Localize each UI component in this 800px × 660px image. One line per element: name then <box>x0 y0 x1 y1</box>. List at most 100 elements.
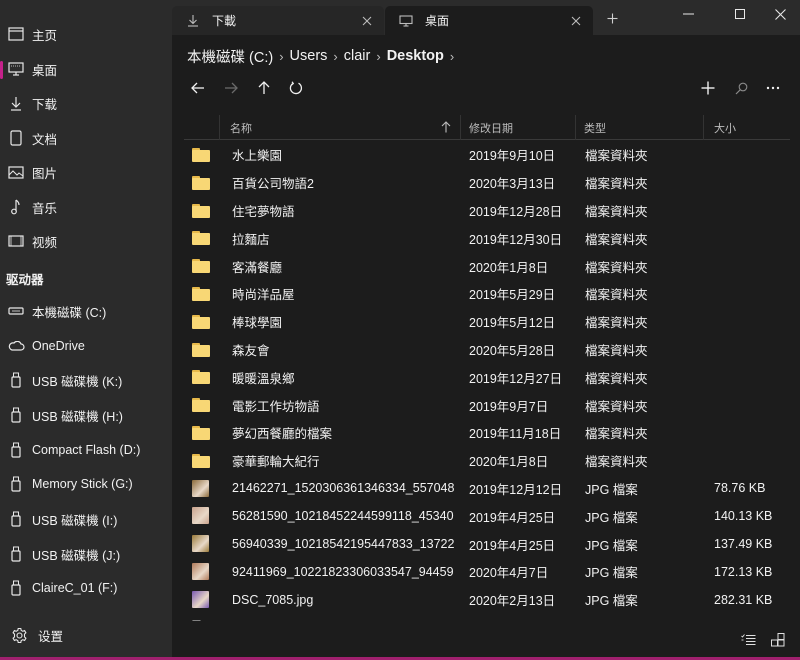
file-type: 檔案資料夾 <box>585 455 648 470</box>
sidebar-drive-memory-stick[interactable]: Memory Stick (G:) <box>0 467 172 501</box>
file-name: 21462271_1520306361346334_557048 <box>232 481 455 496</box>
sidebar-drive-compact-flash[interactable]: Compact Flash (D:) <box>0 433 172 467</box>
settings-button[interactable]: 设置 <box>0 620 172 650</box>
folder-icon <box>192 314 210 329</box>
tab-label: 下載 <box>212 14 237 28</box>
breadcrumb-item[interactable]: Users <box>290 48 328 64</box>
file-name: 56940339_10218542195447833_13722 <box>232 537 455 552</box>
sidebar: 主页 桌面 下载 文档 图片 音乐 视频 驱动器 本機磁碟 (C:) OneDr… <box>0 0 172 657</box>
folder-row[interactable]: 時尚洋品屋 2019年5月29日 檔案資料夾 <box>184 280 790 308</box>
back-button[interactable] <box>186 77 210 99</box>
folder-row[interactable]: 百貨公司物語2 2020年3月13日 檔案資料夾 <box>184 169 790 197</box>
column-name[interactable]: 名称 <box>230 115 455 140</box>
sidebar-item-label: Compact Flash (D:) <box>32 443 141 457</box>
file-type: 檔案資料夾 <box>585 177 648 192</box>
drive-icon <box>0 307 32 315</box>
sidebar-item-videos[interactable]: 视频 <box>0 224 172 258</box>
column-divider[interactable] <box>219 115 220 140</box>
breadcrumb-item-current[interactable]: Desktop <box>387 48 444 64</box>
usb-icon <box>0 511 32 527</box>
column-divider[interactable] <box>575 115 576 140</box>
folder-row[interactable]: 拉麵店 2019年12月30日 檔案資料夾 <box>184 224 790 252</box>
file-modified-date: 2020年1月8日 <box>469 455 549 470</box>
folder-icon <box>192 453 210 468</box>
file-modified-date: 2019年5月12日 <box>469 316 556 331</box>
sidebar-drive-usb-i[interactable]: USB 磁碟機 (I:) <box>0 502 172 536</box>
folder-icon <box>192 147 210 162</box>
chevron-right-icon[interactable]: › <box>279 49 283 64</box>
column-header: 名称 修改日期 类型 大小 <box>184 115 790 140</box>
folder-row[interactable]: 電影工作坊物語 2019年9月7日 檔案資料夾 <box>184 391 790 419</box>
sidebar-item-music[interactable]: 音乐 <box>0 190 172 224</box>
folder-icon <box>192 397 210 413</box>
folder-row[interactable]: 水上樂園 2019年9月10日 檔案資料夾 <box>184 141 790 169</box>
gear-icon <box>0 627 38 644</box>
file-row[interactable]: 21462271_1520306361346334_557048 2019年12月… <box>184 475 790 503</box>
search-button[interactable] <box>729 77 753 99</box>
chevron-right-icon[interactable]: › <box>333 49 337 64</box>
file-row[interactable]: 56281590_10218452244599118_45340 2019年4月2… <box>184 502 790 530</box>
file-type: 檔案資料夾 <box>585 260 648 275</box>
file-name: 客滿餐廳 <box>232 260 283 275</box>
close-window-button[interactable] <box>760 0 800 28</box>
sidebar-item-downloads[interactable]: 下载 <box>0 86 172 120</box>
chevron-right-icon[interactable]: › <box>450 49 454 64</box>
tiles-view-button[interactable] <box>768 631 788 649</box>
folder-row[interactable]: 棒球學園 2019年5月12日 檔案資料夾 <box>184 308 790 336</box>
sidebar-item-documents[interactable]: 文档 <box>0 121 172 155</box>
sidebar-drive-usb-k[interactable]: USB 磁碟機 (K:) <box>0 363 172 397</box>
sidebar-drive-usb-h[interactable]: USB 磁碟機 (H:) <box>0 398 172 432</box>
folder-row[interactable]: 夢幻西餐廳的檔案 2019年11月18日 檔案資料夾 <box>184 419 790 447</box>
file-row[interactable]: 56940339_10218542195447833_13722 2019年4月2… <box>184 530 790 558</box>
close-tab-icon[interactable] <box>360 16 374 26</box>
sidebar-drive-onedrive[interactable]: OneDrive <box>0 329 172 363</box>
column-modified[interactable]: 修改日期 <box>469 115 569 140</box>
file-type: 檔案資料夾 <box>585 232 648 247</box>
details-view-button[interactable] <box>738 631 758 649</box>
folder-row[interactable]: 森友會 2020年5月28日 檔案資料夾 <box>184 336 790 364</box>
folder-row[interactable]: 豪華郵輪大紀行 2020年1月8日 檔案資料夾 <box>184 447 790 475</box>
file-row[interactable]: Microsoft 市場及修復小幫手2019年9月10日 文件 530 B <box>184 614 790 621</box>
breadcrumb-item[interactable]: 本機磁碟 (C:) <box>187 46 273 67</box>
refresh-button[interactable] <box>284 77 308 99</box>
music-icon <box>0 199 32 215</box>
sidebar-item-label: ClaireC_01 (F:) <box>32 581 118 595</box>
file-row[interactable]: 92411969_10221823306033547_94459 2020年4月7… <box>184 558 790 586</box>
chevron-right-icon[interactable]: › <box>376 49 380 64</box>
forward-button[interactable] <box>219 77 243 99</box>
file-modified-date: 2020年5月28日 <box>469 343 556 358</box>
close-tab-icon[interactable] <box>569 16 583 26</box>
document-icon <box>192 620 210 621</box>
file-modified-date: 2020年2月13日 <box>469 594 556 609</box>
folder-row[interactable]: 暖暖溫泉鄉 2019年12月27日 檔案資料夾 <box>184 363 790 391</box>
sidebar-item-pictures[interactable]: 图片 <box>0 155 172 189</box>
column-divider[interactable] <box>460 115 461 140</box>
sidebar-item-home[interactable]: 主页 <box>0 17 172 51</box>
more-options-button[interactable] <box>761 77 785 99</box>
new-tab-button[interactable] <box>602 8 622 28</box>
arrow-left-icon <box>191 82 204 94</box>
tab-desktop[interactable]: 桌面 <box>385 6 593 35</box>
column-divider[interactable] <box>703 115 704 140</box>
folder-row[interactable]: 客滿餐廳 2020年1月8日 檔案資料夾 <box>184 252 790 280</box>
file-modified-date: 2020年3月13日 <box>469 177 556 192</box>
new-item-button[interactable] <box>696 77 720 99</box>
tab-downloads[interactable]: 下載 <box>172 6 384 35</box>
sidebar-drive-clairec[interactable]: ClaireC_01 (F:) <box>0 571 172 605</box>
sidebar-drive-usb-j[interactable]: USB 磁碟機 (J:) <box>0 537 172 571</box>
sidebar-item-label: 文档 <box>32 132 58 147</box>
maximize-button[interactable] <box>720 0 760 28</box>
file-row[interactable]: DSC_7085.jpg 2020年2月13日 JPG 檔案 282.31 KB <box>184 586 790 614</box>
main-pane: 本機磁碟 (C:) › Users › clair › Desktop › 名称 <box>172 35 800 657</box>
sidebar-item-desktop[interactable]: 桌面 <box>0 52 172 86</box>
search-icon <box>735 82 747 94</box>
sidebar-drive-c[interactable]: 本機磁碟 (C:) <box>0 294 172 328</box>
breadcrumb-item[interactable]: clair <box>344 48 371 64</box>
folder-row[interactable]: 住宅夢物語 2019年12月28日 檔案資料夾 <box>184 197 790 225</box>
image-thumbnail-icon <box>192 535 210 553</box>
usb-icon <box>0 372 32 388</box>
column-size[interactable]: 大小 <box>714 115 784 140</box>
column-type[interactable]: 类型 <box>584 115 684 140</box>
up-button[interactable] <box>252 77 276 99</box>
minimize-button[interactable] <box>668 0 708 28</box>
